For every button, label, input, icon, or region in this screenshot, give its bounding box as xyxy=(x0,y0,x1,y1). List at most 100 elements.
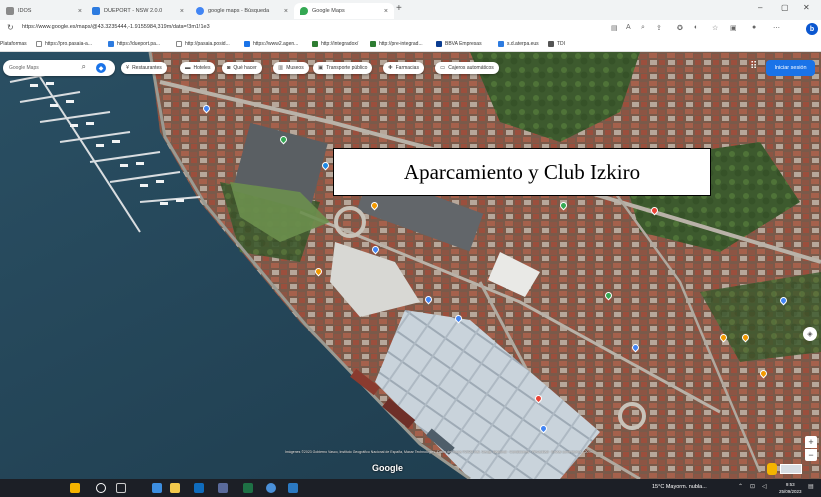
camera-icon: ◙ xyxy=(227,65,231,71)
bookmark-favicon-icon xyxy=(548,41,554,47)
page-icon xyxy=(36,41,42,47)
search-icon[interactable] xyxy=(96,483,106,493)
bookmark-label: Plataformas xyxy=(0,41,27,47)
bookmark-favicon-icon xyxy=(370,41,376,47)
layers-toggle[interactable] xyxy=(780,464,802,474)
more-options-icon[interactable]: ⋯ xyxy=(773,24,780,32)
windows-start-icon[interactable] xyxy=(70,483,80,493)
bookmark-item[interactable]: BBVA Empresas xyxy=(436,41,482,47)
compass-icon[interactable]: ◈ xyxy=(803,327,817,341)
google-logo: Google xyxy=(372,463,403,473)
page-icon xyxy=(176,41,182,47)
outlook-icon[interactable] xyxy=(194,483,204,493)
bookmarks-bar: Plataformas https://pro.pasaia-a... http… xyxy=(0,39,821,52)
close-tab-icon[interactable]: × xyxy=(78,8,82,15)
excel-icon[interactable] xyxy=(243,483,253,493)
edge-browser-icon[interactable] xyxy=(152,483,162,493)
bookmark-item[interactable]: TDI xyxy=(548,41,565,47)
notifications-icon[interactable]: ▤ xyxy=(808,483,814,490)
tab-label: Google Maps xyxy=(312,8,345,14)
museum-icon: ▥ xyxy=(278,65,284,71)
bookmark-item[interactable]: s.d.aterpa.eus xyxy=(498,41,539,47)
read-aloud-icon[interactable]: A xyxy=(626,24,631,31)
tab-google-search[interactable]: google maps - Búsqueda × xyxy=(190,3,294,19)
chip-public-transport[interactable]: ▣ Transporte público xyxy=(313,62,373,74)
task-view-icon[interactable] xyxy=(116,483,126,493)
bookmark-favicon-icon xyxy=(436,41,442,47)
reader-icon[interactable]: ▤ xyxy=(611,24,618,32)
tab-label: DUEPORT - NSW 2.0.0 xyxy=(104,8,163,14)
search-icon[interactable]: ⌕ xyxy=(82,62,86,72)
app-icon[interactable] xyxy=(288,483,298,493)
apps-grid-icon[interactable]: ⠿ xyxy=(750,61,757,72)
bookmark-favicon-icon xyxy=(244,41,250,47)
tab-favicon-icon xyxy=(92,7,100,15)
file-explorer-icon[interactable] xyxy=(170,483,180,493)
new-tab-button[interactable]: + xyxy=(396,3,402,14)
avatar[interactable]: b xyxy=(806,23,818,35)
bookmark-item[interactable]: https://dueport.pa... xyxy=(108,41,160,47)
zoom-out-button[interactable]: − xyxy=(805,449,817,461)
bookmark-favicon-icon xyxy=(498,41,504,47)
street-view-pegman-icon[interactable] xyxy=(767,463,777,475)
profile-icon[interactable]: ● xyxy=(752,24,756,31)
bookmark-favicon-icon xyxy=(312,41,318,47)
volume-icon[interactable]: ◁ xyxy=(762,483,767,490)
search-input[interactable]: Google Maps ⌕ ◆ xyxy=(3,60,115,76)
close-tab-icon[interactable]: × xyxy=(284,8,288,15)
bookmark-favicon-icon xyxy=(108,41,114,47)
map-canvas[interactable]: Google Maps ⌕ ◆ ¥ Restaurantes ▬ Hoteles ◙… xyxy=(0,52,821,479)
bookmark-item[interactable]: http://integradox/ xyxy=(312,41,358,47)
close-tab-icon[interactable]: × xyxy=(384,8,388,15)
share-icon[interactable]: ⇪ xyxy=(656,24,662,32)
chip-pharmacies[interactable]: ✚ Farmacias xyxy=(383,62,424,74)
annotation-callout: Aparcamiento y Club Izkiro xyxy=(333,148,711,196)
bookmark-item[interactable]: http://pasaia.posid... xyxy=(176,41,230,47)
clock-time: 9:53 xyxy=(785,482,795,487)
system-clock[interactable]: 9:53 25/09/2023 xyxy=(779,481,802,495)
zoom-icon[interactable]: ⌕ xyxy=(641,24,645,32)
chip-atm[interactable]: ▭ Cajeros automáticos xyxy=(435,62,499,74)
favorite-star-icon[interactable]: ☆ xyxy=(712,24,718,32)
extension-icon[interactable]: ✪ xyxy=(677,24,683,32)
map-attribution: Imágenes ©2023 Gobierno Vasco, Instituto… xyxy=(285,450,593,454)
maximize-button[interactable]: ▢ xyxy=(781,3,789,12)
weather-widget[interactable]: 15°C Mayorm. nubla... xyxy=(652,484,707,490)
close-tab-icon[interactable]: × xyxy=(180,8,184,15)
satellite-imagery xyxy=(0,52,821,479)
atm-icon: ▭ xyxy=(440,65,446,71)
tab-idos[interactable]: IDOS × xyxy=(0,3,88,19)
bus-icon: ▣ xyxy=(318,65,324,71)
google-icon xyxy=(196,7,204,15)
close-window-button[interactable]: ✕ xyxy=(803,3,810,12)
url-field[interactable]: https://www.google.es/maps/@43.3235444,-… xyxy=(22,24,210,30)
fork-icon: ¥ xyxy=(126,65,130,71)
zoom-in-button[interactable]: + xyxy=(805,436,817,448)
network-icon[interactable]: ⊡ xyxy=(750,483,755,490)
bookmark-item[interactable]: https://pro.pasaia-a... xyxy=(36,41,92,47)
maps-pin-icon xyxy=(300,7,308,15)
search-placeholder: Google Maps xyxy=(9,65,39,71)
chrome-icon[interactable] xyxy=(266,483,276,493)
bookmark-item[interactable]: Plataformas xyxy=(0,41,27,47)
refresh-icon[interactable]: ↻ xyxy=(7,23,14,32)
chip-things-to-do[interactable]: ◙ Qué hacer xyxy=(222,62,262,74)
tab-label: IDOS xyxy=(18,8,32,14)
clock-date: 25/09/2023 xyxy=(779,489,802,494)
calculator-icon[interactable] xyxy=(218,483,228,493)
chip-museums[interactable]: ▥ Museos xyxy=(273,62,309,74)
bookmark-item[interactable]: http://pre-integrad... xyxy=(370,41,423,47)
tab-favicon-icon xyxy=(6,7,14,15)
chip-hotels[interactable]: ▬ Hoteles xyxy=(180,62,216,74)
bookmark-item[interactable]: https://www2.agen... xyxy=(244,41,298,47)
directions-icon[interactable]: ◆ xyxy=(96,63,106,73)
tab-label: google maps - Búsqueda xyxy=(208,8,270,14)
minimize-button[interactable]: – xyxy=(758,3,762,12)
tab-dueport[interactable]: DUEPORT - NSW 2.0.0 × xyxy=(86,3,190,19)
signin-button[interactable]: Iniciar sesión xyxy=(766,60,815,76)
tab-google-maps[interactable]: Google Maps × xyxy=(294,3,394,19)
extension-icon[interactable]: ◐ xyxy=(694,24,698,31)
tray-chevron-icon[interactable]: ⌃ xyxy=(738,483,743,490)
chip-restaurants[interactable]: ¥ Restaurantes xyxy=(121,62,167,74)
collections-icon[interactable]: ▣ xyxy=(730,24,737,32)
